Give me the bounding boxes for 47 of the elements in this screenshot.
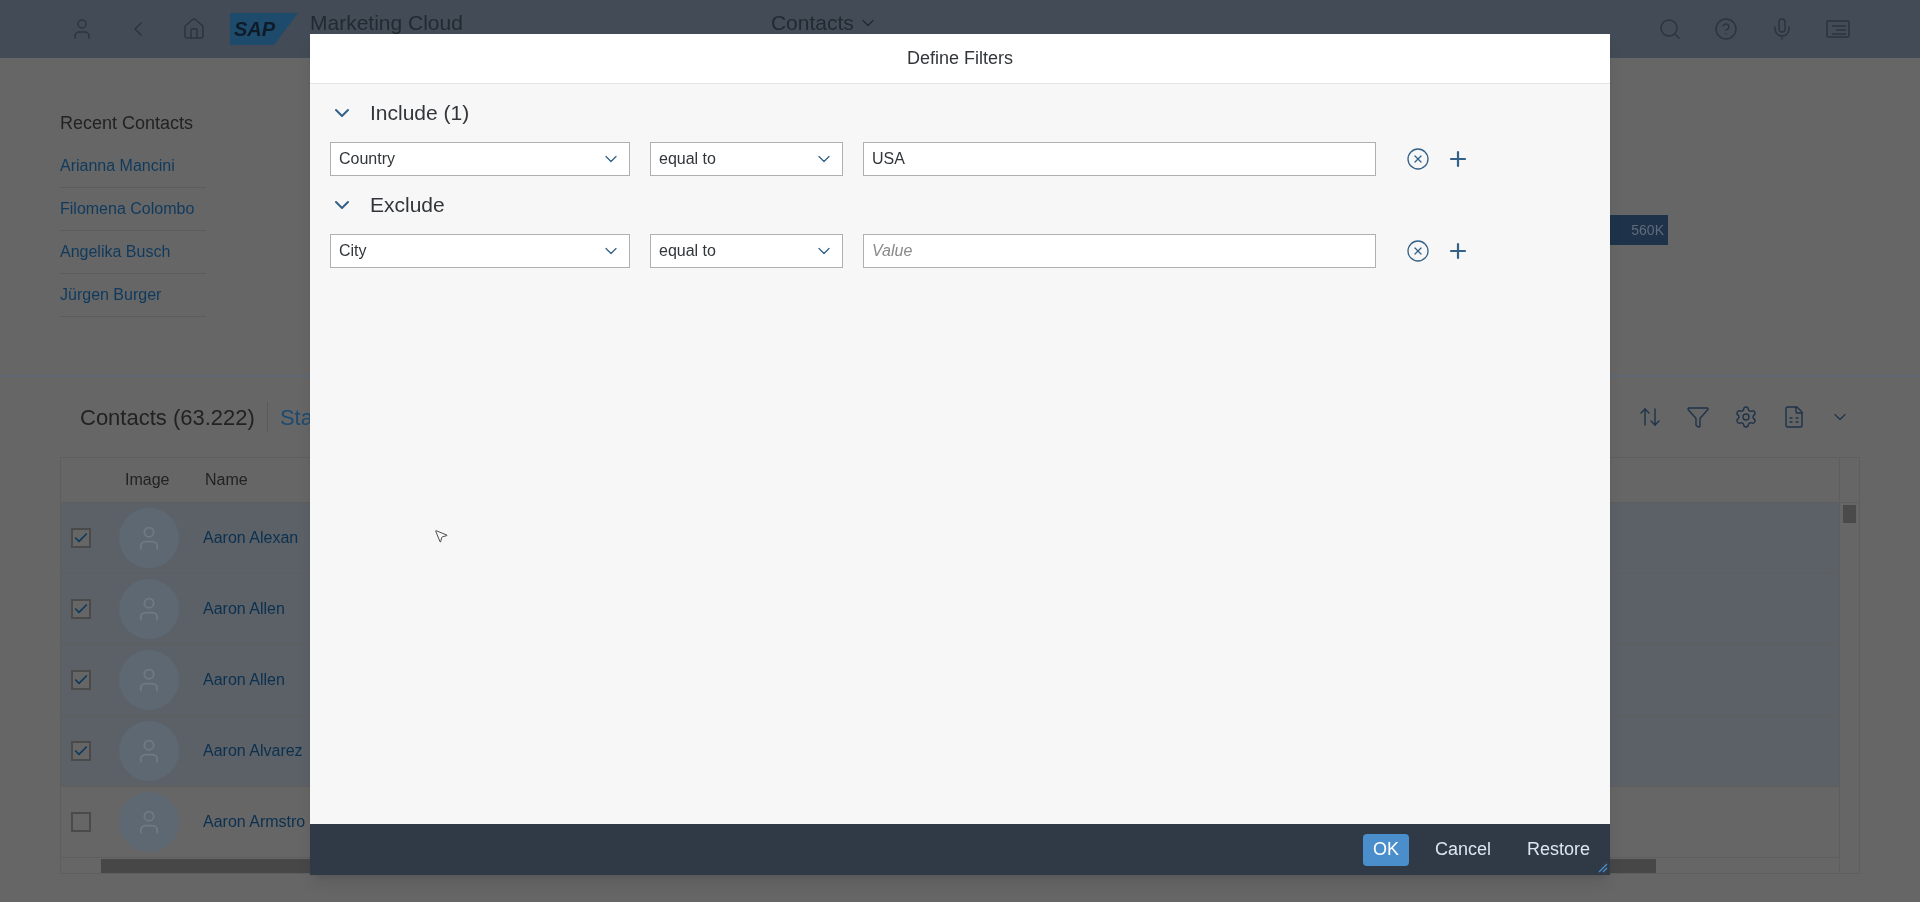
- contact-link[interactable]: Arianna Mancini: [60, 157, 175, 174]
- dialog-button[interactable]: OK: [1362, 833, 1409, 866]
- contact-name[interactable]: Aaron Allen: [203, 597, 285, 621]
- section-toggle[interactable]: Exclude: [330, 188, 445, 222]
- remove-condition-button[interactable]: [1404, 237, 1432, 265]
- column-header: Image: [125, 470, 171, 490]
- filter-icon[interactable]: [1686, 405, 1710, 429]
- settings-icon[interactable]: [1734, 405, 1758, 429]
- table-title: Contacts (63.222): [80, 403, 255, 432]
- contact-link[interactable]: Angelika Busch: [60, 243, 171, 260]
- contact-name[interactable]: Aaron Allen: [203, 668, 285, 692]
- value-field[interactable]: USA: [863, 142, 1376, 176]
- contact-link[interactable]: Jürgen Burger: [60, 286, 162, 303]
- row-checkbox[interactable]: [71, 741, 91, 761]
- help-icon[interactable]: [1714, 17, 1738, 41]
- field-select[interactable]: Country: [330, 142, 630, 176]
- pointer-icon: [433, 528, 449, 544]
- section-title: Recent Contacts: [60, 112, 195, 135]
- home-icon[interactable]: [182, 17, 206, 41]
- contact-name[interactable]: Aaron Alvarez: [203, 739, 303, 763]
- contact-name[interactable]: Aaron Armstro: [203, 810, 306, 834]
- row-checkbox[interactable]: [71, 670, 91, 690]
- row-checkbox[interactable]: [71, 812, 91, 832]
- dialog-title: Define Filters: [907, 47, 1013, 70]
- contact-name[interactable]: Aaron Alexan: [203, 526, 299, 550]
- clear-icon: [1406, 147, 1430, 171]
- clear-icon: [1406, 239, 1430, 263]
- row-checkbox[interactable]: [71, 528, 91, 548]
- dialog-button[interactable]: Restore: [1516, 833, 1600, 866]
- spreadsheet-icon[interactable]: [1782, 405, 1806, 429]
- scrollbar-thumb[interactable]: [1843, 505, 1856, 523]
- remove-condition-button[interactable]: [1404, 145, 1432, 173]
- contact-link[interactable]: Filomena Colombo: [60, 200, 195, 217]
- lines-icon[interactable]: [1826, 19, 1850, 39]
- logo[interactable]: SAP: [230, 13, 298, 45]
- resize-handle-icon[interactable]: [1598, 863, 1608, 873]
- sort-icon[interactable]: [1638, 405, 1662, 429]
- operator-select[interactable]: equal to: [650, 142, 843, 176]
- kpi-bar: 560K: [1610, 215, 1668, 245]
- dialog-button[interactable]: Cancel: [1424, 833, 1501, 866]
- value-field[interactable]: Value: [863, 234, 1376, 268]
- column-header: Name: [205, 470, 248, 490]
- search-icon[interactable]: [1658, 17, 1682, 41]
- operator-select[interactable]: equal to: [650, 234, 843, 268]
- field-select[interactable]: City: [330, 234, 630, 268]
- section-toggle[interactable]: Include (1): [330, 96, 470, 130]
- row-checkbox[interactable]: [71, 599, 91, 619]
